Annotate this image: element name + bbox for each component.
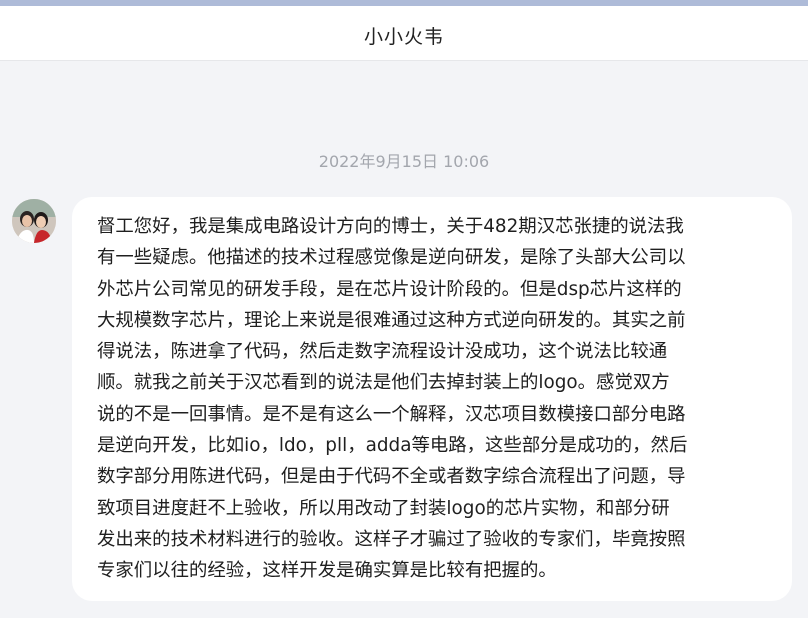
message-line: 专家们以往的经验，这样开发是确实算是比较有把握的。 xyxy=(97,560,557,582)
message-text[interactable]: 督工您好，我是集成电路设计方向的博士，关于482期汉芯张捷的说法我 有一些疑虑。… xyxy=(97,211,770,587)
message-bubble[interactable]: 督工您好，我是集成电路设计方向的博士，关于482期汉芯张捷的说法我 有一些疑虑。… xyxy=(72,197,792,601)
message-line: 督工您好，我是集成电路设计方向的博士，关于482期汉芯张捷的说法我 xyxy=(97,216,684,237)
avatar-photo-icon xyxy=(12,199,56,243)
message-line: 是逆向开发，比如io，ldo，pll，adda等电路，这些部分是成功的，然后 xyxy=(97,435,688,457)
message-line: 数字部分用陈进代码，但是由于代码不全或者数字综合流程出了问题，导 xyxy=(97,466,686,488)
message-line: 说的不是一回事情。是不是有这么一个解释，汉芯项目数模接口部分电路 xyxy=(97,403,686,425)
chat-header: 小小火韦 xyxy=(0,6,808,61)
chat-title[interactable]: 小小火韦 xyxy=(0,22,808,49)
message-line: 外芯片公司常见的研发手段，是在芯片设计阶段的。但是dsp芯片这样的 xyxy=(97,278,682,300)
message-line: 大规模数字芯片，理论上来说是很难通过这种方式逆向研发的。其实之前 xyxy=(97,309,686,331)
sender-avatar[interactable] xyxy=(12,199,56,243)
message-line: 有一些疑虑。他描述的技术过程感觉像是逆向研发，是除了头部大公司以 xyxy=(97,247,686,269)
message-line: 致项目进度赶不上验收，所以用改动了封装logo的芯片实物，和部分研 xyxy=(97,497,670,519)
message-timestamp: 2022年9月15日 10:06 xyxy=(318,152,490,171)
message-line: 顺。就我之前关于汉芯看到的说法是他们去掉封装上的logo。感觉双方 xyxy=(97,372,670,394)
message-line: 得说法，陈进拿了代码，然后走数字流程设计没成功，这个说法比较通 xyxy=(97,341,668,363)
message-line: 发出来的技术材料进行的验收。这样子才骗过了验收的专家们，毕竟按照 xyxy=(97,528,686,550)
